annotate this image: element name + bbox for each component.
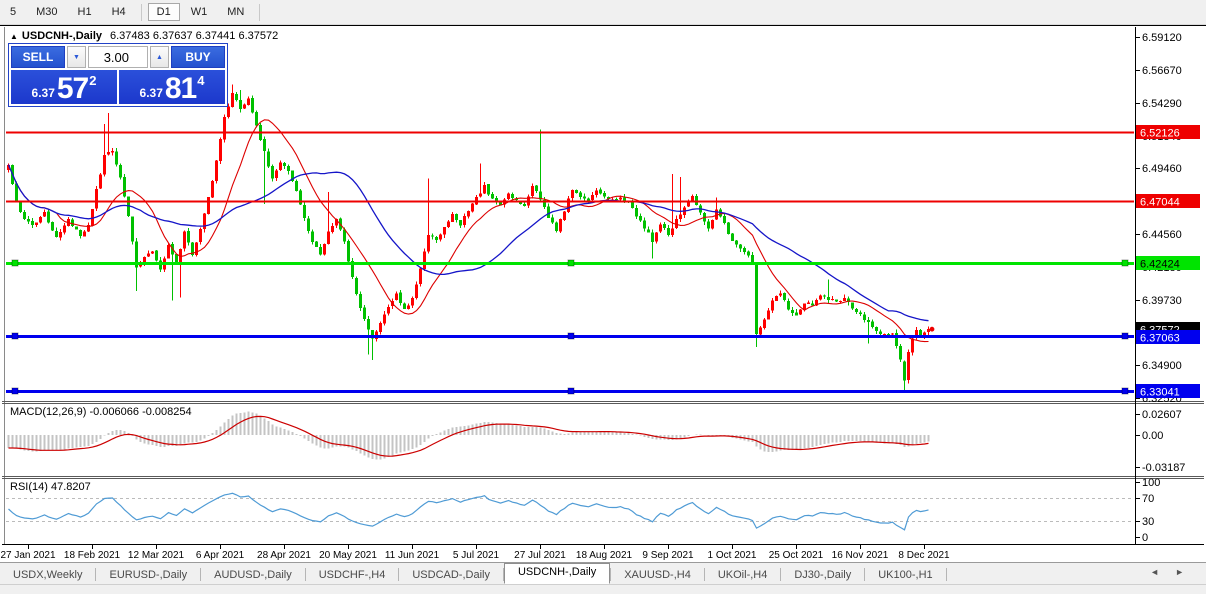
indicator-tick-label: 0.00: [1142, 430, 1163, 442]
time-tick-label: 27 Jan 2021: [0, 550, 55, 561]
hline-handle[interactable]: [567, 259, 575, 267]
timeframe-button-h4[interactable]: H4: [103, 3, 135, 21]
time-axis[interactable]: 27 Jan 2021 18 Feb 2021 12 Mar 2021 6 Apr 2…: [0, 545, 950, 561]
buy-button[interactable]: BUY: [171, 46, 225, 68]
chart-canvas[interactable]: 6.591206.566706.542906.518406.494606.470…: [0, 26, 1206, 594]
price-tick-label: 6.59120: [1142, 32, 1182, 44]
time-tick-label: 28 Apr 2021: [257, 550, 311, 561]
timeframe-button-mn[interactable]: MN: [218, 3, 253, 21]
tab-eurusd-daily[interactable]: EURUSD-,Daily: [96, 567, 200, 584]
time-tick-label: 16 Nov 2021: [832, 550, 889, 561]
buy-price-big: 81: [164, 72, 197, 105]
hline-handle[interactable]: [567, 332, 575, 340]
toolbar-separator: [259, 3, 261, 21]
one-click-trade-widget: SELL ▼ 3.00 ▲ BUY 6.37 57 2 6.37 81 4: [8, 43, 228, 107]
indicator-tick-label: 30: [1142, 516, 1154, 528]
tab-xauusd-h4[interactable]: XAUUSD-,H4: [611, 567, 704, 584]
price-level-label: 6.37063: [1140, 333, 1180, 345]
timeframe-button-m30[interactable]: M30: [27, 3, 66, 21]
rsi-panel: [6, 492, 1134, 531]
indicator-tick-label: 0: [1142, 532, 1148, 544]
tab-dj30-daily[interactable]: DJ30-,Daily: [781, 567, 864, 584]
tab-usdcad-daily[interactable]: USDCAD-,Daily: [399, 567, 503, 584]
hline-handle[interactable]: [11, 387, 19, 395]
price-level-label: 6.47044: [1140, 197, 1180, 209]
hline-handle[interactable]: [1121, 387, 1129, 395]
time-tick-label: 9 Sep 2021: [642, 550, 694, 561]
timeframe-button-5[interactable]: 5: [1, 3, 25, 21]
timeframe-button-w1[interactable]: W1: [182, 3, 217, 21]
chart-ohlc-values: 6.37483 6.37637 6.37441 6.37572: [110, 30, 279, 42]
tab-usdcnh-daily[interactable]: USDCNH-,Daily: [503, 563, 611, 584]
sell-price-big: 57: [56, 72, 89, 105]
indicator-tick-label: 70: [1142, 493, 1154, 505]
time-tick-label: 5 Jul 2021: [453, 550, 500, 561]
indicator-tick-label: 100: [1142, 477, 1160, 489]
hline-handle[interactable]: [11, 259, 19, 267]
tab-audusd-daily[interactable]: AUDUSD-,Daily: [201, 567, 305, 584]
price-tick-label: 6.39730: [1142, 295, 1182, 307]
status-bar: [0, 584, 1206, 594]
time-tick-label: 1 Oct 2021: [708, 550, 757, 561]
hline-handle[interactable]: [567, 387, 575, 395]
macd-histogram: [7, 411, 930, 460]
tab-separator: [945, 568, 947, 581]
hline-handle[interactable]: [1121, 332, 1129, 340]
price-tick-label: 6.34900: [1142, 360, 1182, 372]
timeframe-toolbar: 5 M30 H1 H4 D1 W1 MN: [0, 0, 1206, 25]
hline-handle[interactable]: [11, 332, 19, 340]
price-tick-label: 6.49460: [1142, 163, 1182, 175]
price-level-label: 6.42424: [1140, 259, 1180, 271]
time-tick-label: 20 May 2021: [319, 550, 377, 561]
price-level-label: 6.33041: [1140, 387, 1180, 399]
hline-handle[interactable]: [1121, 259, 1129, 267]
price-tick-label: 6.44560: [1142, 229, 1182, 241]
chart-window: 6.591206.566706.542906.518406.494606.470…: [0, 25, 1206, 563]
timeframe-button-d1[interactable]: D1: [147, 3, 180, 21]
indicator-tick-label: 0.02607: [1142, 409, 1182, 421]
time-tick-label: 27 Jul 2021: [514, 550, 566, 561]
indicator-tick-label: -0.03187: [1142, 462, 1185, 474]
tab-ukoil-h4[interactable]: UKOil-,H4: [705, 567, 781, 584]
macd-indicator-label: MACD(12,26,9) -0.006066 -0.008254: [10, 406, 192, 418]
macd-signal-line: [8, 415, 929, 457]
price-tick-label: 6.56670: [1142, 65, 1182, 77]
buy-price-prefix: 6.37: [139, 86, 163, 100]
sell-price-panel[interactable]: 6.37 57 2: [11, 70, 117, 104]
volume-decrease-button[interactable]: ▼: [67, 46, 86, 68]
tab-scroll-arrows: ◄►: [1150, 567, 1200, 577]
last-price-marker: [929, 326, 935, 332]
price-level-label: 6.52126: [1140, 128, 1180, 140]
buy-price-sup: 4: [197, 73, 205, 88]
tab-scroll-right-button[interactable]: ►: [1175, 567, 1200, 577]
rsi-indicator-label: RSI(14) 47.8207: [10, 481, 91, 493]
chart-symbol-title: USDCNH-,Daily: [21, 30, 102, 42]
trade-panel-toggle-icon[interactable]: ▲: [10, 32, 18, 41]
tab-usdchf-h4[interactable]: USDCHF-,H4: [306, 567, 399, 584]
sell-button[interactable]: SELL: [11, 46, 65, 68]
timeframe-button-h1[interactable]: H1: [69, 3, 101, 21]
tab-scroll-left-button[interactable]: ◄: [1150, 567, 1175, 577]
sell-price-prefix: 6.37: [31, 86, 55, 100]
buy-price-panel[interactable]: 6.37 81 4: [119, 70, 225, 104]
chart-tab-bar: USDX,Weekly EURUSD-,Daily AUDUSD-,Daily USD…: [0, 562, 1206, 584]
tab-uk100-h1[interactable]: UK100-,H1: [865, 567, 945, 584]
volume-increase-button[interactable]: ▲: [150, 46, 169, 68]
time-tick-label: 25 Oct 2021: [769, 550, 824, 561]
volume-input[interactable]: 3.00: [88, 46, 148, 68]
macd-panel: [7, 411, 930, 460]
time-tick-label: 11 Jun 2021: [385, 550, 440, 561]
tab-usdx-weekly[interactable]: USDX,Weekly: [0, 567, 95, 584]
time-tick-label: 18 Feb 2021: [64, 550, 121, 561]
sell-price-sup: 2: [89, 73, 97, 88]
time-tick-label: 8 Dec 2021: [898, 550, 950, 561]
time-tick-label: 18 Aug 2021: [576, 550, 633, 561]
chart-header: ▲ USDCNH-,Daily 6.37483 6.37637 6.37441 6.…: [10, 30, 278, 42]
toolbar-separator: [140, 3, 142, 21]
time-tick-label: 12 Mar 2021: [128, 550, 185, 561]
price-tick-label: 6.54290: [1142, 98, 1182, 110]
time-tick-label: 6 Apr 2021: [196, 550, 245, 561]
